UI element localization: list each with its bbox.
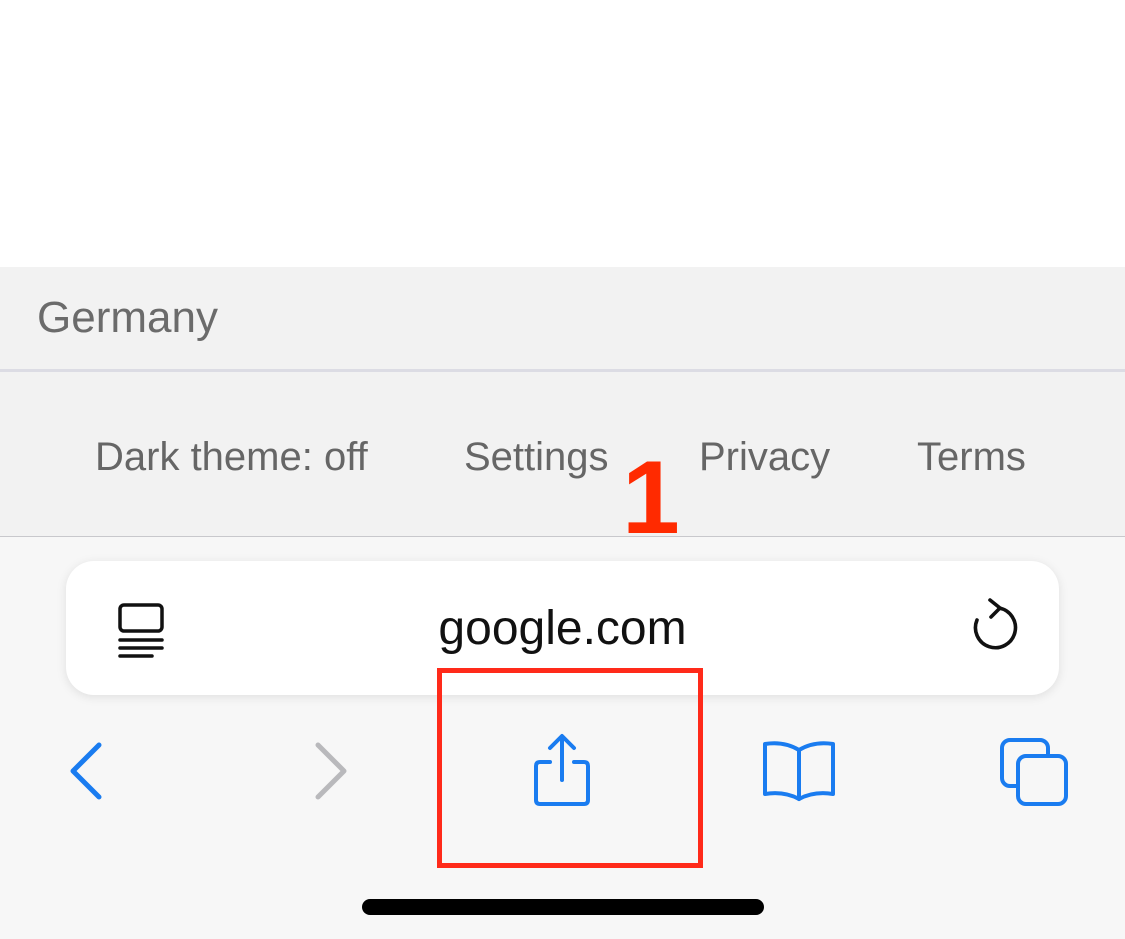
home-indicator[interactable] [362, 899, 764, 915]
safari-page: Germany Dark theme: off Settings Privacy… [0, 0, 1125, 939]
footer-country: Germany [37, 293, 218, 342]
footer-link-dark-theme[interactable]: Dark theme: off [95, 433, 368, 481]
forward-chevron-icon[interactable] [309, 740, 351, 802]
url-text[interactable]: google.com [300, 601, 825, 657]
footer-divider [0, 369, 1125, 372]
footer-link-terms[interactable]: Terms [917, 433, 1026, 481]
page-content-blank [0, 0, 1125, 267]
back-chevron-icon[interactable] [66, 740, 108, 802]
annotation-highlight-box [437, 668, 703, 868]
reload-icon[interactable] [966, 598, 1020, 656]
bookmarks-book-icon[interactable] [760, 738, 838, 802]
reader-mode-icon[interactable] [116, 602, 168, 658]
footer-link-settings[interactable]: Settings [464, 433, 609, 481]
footer-link-privacy[interactable]: Privacy [699, 433, 830, 481]
tabs-icon[interactable] [998, 736, 1072, 808]
annotation-step-number: 1 [622, 440, 680, 556]
